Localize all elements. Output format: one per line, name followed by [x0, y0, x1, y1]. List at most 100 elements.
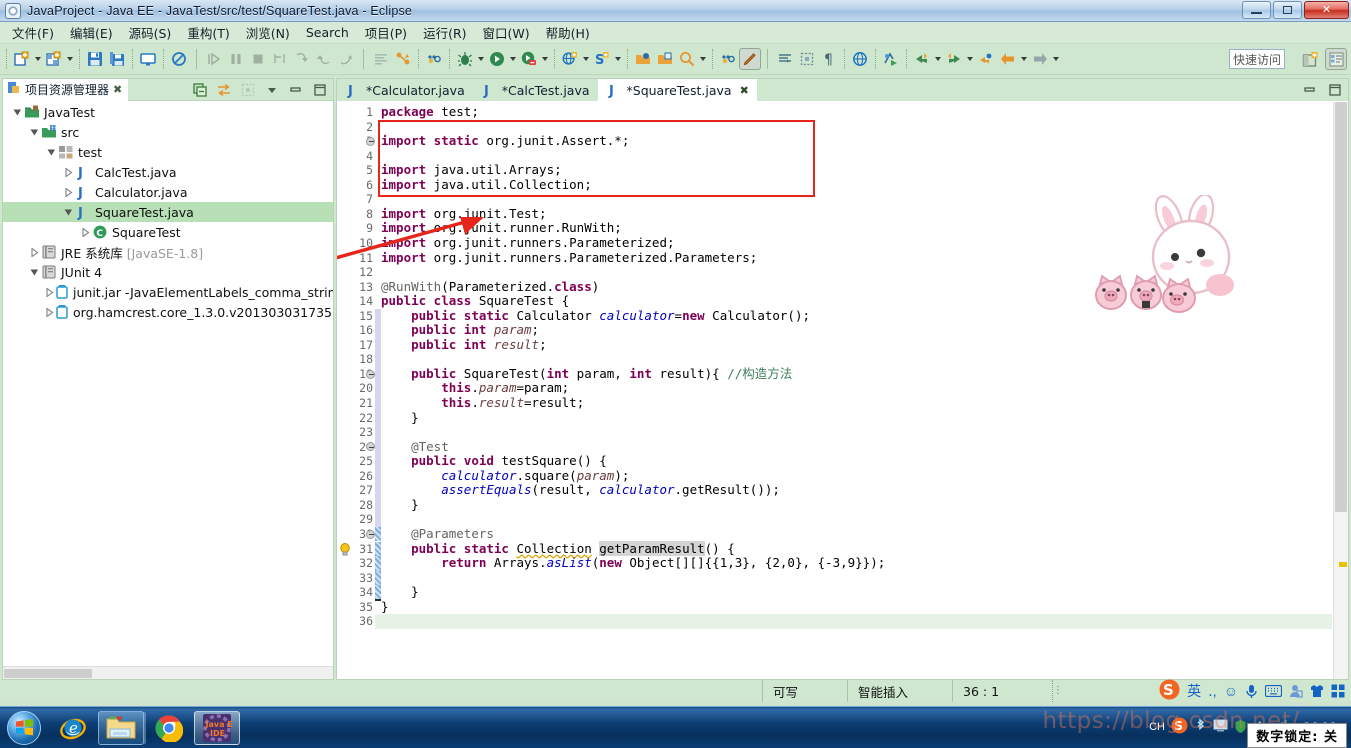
user-icon[interactable] — [1289, 684, 1303, 698]
scrollbar-thumb[interactable] — [1335, 102, 1347, 512]
close-button[interactable]: ✕ — [1304, 1, 1349, 19]
previous-edit-icon[interactable] — [975, 48, 997, 70]
code-line[interactable]: @Parameters — [381, 526, 494, 542]
focus-on-active-task-icon[interactable] — [237, 79, 259, 101]
code-line[interactable]: this.param=param; — [381, 381, 569, 396]
sogou-logo-icon[interactable]: S — [1159, 679, 1180, 703]
code-line[interactable] — [381, 265, 389, 280]
ime-mode-label[interactable]: 英 — [1187, 681, 1201, 701]
forward-dropdown[interactable] — [965, 48, 975, 70]
save-icon[interactable] — [84, 48, 106, 70]
new-wizard-icon[interactable] — [11, 48, 33, 70]
expand-arrow-open-icon[interactable] — [45, 142, 57, 162]
tree-item-test[interactable]: test — [3, 142, 333, 162]
new-server-dropdown[interactable] — [613, 48, 623, 70]
java-ee-perspective-icon[interactable] — [1325, 48, 1347, 70]
tree-item-squaretest[interactable]: C SquareTest — [3, 222, 333, 242]
code-line[interactable]: public class SquareTest { — [381, 293, 569, 309]
collapse-all-icon[interactable] — [189, 79, 211, 101]
taskbar-chrome[interactable] — [146, 711, 192, 745]
menu-run[interactable]: 运行(R) — [415, 21, 474, 44]
fold-collapse-icon[interactable] — [365, 527, 375, 542]
code-line[interactable]: @RunWith(Parameterized.class) — [381, 279, 599, 295]
quick-access-input[interactable]: 快速访问 — [1229, 49, 1285, 69]
explorer-horizontal-scrollbar[interactable] — [3, 666, 333, 679]
menu-window[interactable]: 窗口(W) — [475, 21, 538, 44]
code-line[interactable]: package test; — [381, 104, 479, 120]
code-line[interactable]: public int result; — [381, 337, 546, 353]
sogou-tray-icon[interactable]: S — [1171, 717, 1188, 737]
expand-arrow-closed-icon[interactable] — [62, 162, 74, 182]
menu-source[interactable]: 源码(S) — [121, 21, 180, 44]
expand-arrow-closed-icon[interactable] — [45, 282, 54, 302]
link-with-editor-icon[interactable] — [213, 79, 235, 101]
code-line[interactable]: import java.util.Collection; — [381, 177, 592, 193]
tree-item-org-hamcrest-core-1-3-0-v201303031735-jar[interactable]: org.hamcrest.core_1.3.0.v201303031735.ja… — [3, 302, 333, 322]
back-dropdown[interactable] — [933, 48, 943, 70]
editor-tab-calculator-java[interactable]: J *Calculator.java — [337, 79, 473, 101]
coverage-dropdown[interactable] — [540, 48, 550, 70]
overview-warning-marker[interactable] — [1339, 562, 1347, 567]
code-line[interactable]: assertEquals(result, calculator.getResul… — [381, 483, 780, 498]
back-icon[interactable] — [911, 48, 933, 70]
expand-arrow-closed-icon[interactable] — [62, 182, 74, 202]
menu-project[interactable]: 项目(P) — [357, 21, 415, 44]
new-web-dropdown[interactable] — [581, 48, 591, 70]
debug-dropdown[interactable] — [476, 48, 486, 70]
open-resource-icon[interactable] — [654, 48, 676, 70]
editor-tab-squaretest-java[interactable]: J *SquareTest.java ✖ — [597, 79, 757, 101]
code-line[interactable]: import java.util.Arrays; — [381, 162, 562, 178]
coverage-icon[interactable] — [518, 48, 540, 70]
restore-button[interactable] — [1273, 1, 1302, 19]
open-browser-icon[interactable] — [849, 48, 871, 70]
code-editor[interactable]: 1234567891011121314151617181920212223242… — [337, 102, 1348, 679]
code-line[interactable] — [381, 571, 389, 586]
suspend-icon[interactable] — [225, 48, 247, 70]
view-menu-icon[interactable] — [261, 79, 283, 101]
code-line[interactable]: import static org.junit.Assert.*; — [381, 133, 629, 149]
back-nav-icon[interactable] — [997, 48, 1019, 70]
step-over-icon[interactable] — [291, 48, 313, 70]
close-icon[interactable]: ✖ — [740, 84, 749, 97]
expand-arrow-closed-icon[interactable] — [28, 242, 40, 262]
forward-nav-dropdown[interactable] — [1051, 48, 1061, 70]
status-drag-handle[interactable]: ⋮ — [1052, 680, 1066, 702]
scrollbar-thumb[interactable] — [4, 669, 92, 678]
maximize-icon[interactable] — [309, 79, 331, 101]
profile-icon[interactable] — [880, 48, 902, 70]
search-icon[interactable] — [676, 48, 698, 70]
voice-input-icon[interactable] — [1245, 684, 1258, 699]
new-java-project-icon[interactable] — [43, 48, 65, 70]
tree-item-javatest[interactable]: JavaTest — [3, 102, 333, 122]
run-icon[interactable] — [486, 48, 508, 70]
expand-arrow-closed-icon[interactable] — [79, 222, 91, 242]
menu-refactor[interactable]: 重构(T) — [179, 21, 237, 44]
minimize-icon[interactable] — [1299, 79, 1321, 101]
forward-nav-icon[interactable] — [1029, 48, 1051, 70]
new-wizard-dropdown[interactable] — [33, 48, 43, 70]
terminate-icon[interactable] — [247, 48, 269, 70]
print-icon[interactable] — [137, 48, 159, 70]
code-line[interactable]: public void testSquare() { — [381, 453, 607, 469]
search-dropdown[interactable] — [698, 48, 708, 70]
code-line[interactable]: public int param; — [381, 322, 539, 338]
tree-item-junit-jar-javaelementlabels-comma-string[interactable]: junit.jar -JavaElementLabels_comma_strin… — [3, 282, 333, 302]
code-line[interactable] — [381, 120, 389, 135]
minimize-icon[interactable] — [285, 79, 307, 101]
package-explorer-tab[interactable]: 项目资源管理器 ✖ — [3, 78, 129, 101]
menu-navigate[interactable]: 浏览(N) — [238, 21, 298, 44]
expand-arrow-closed-icon[interactable] — [45, 302, 54, 322]
run-last-tool-icon[interactable] — [392, 48, 414, 70]
menu-file[interactable]: 文件(F) — [4, 21, 62, 44]
fold-collapse-icon[interactable] — [365, 367, 375, 382]
expand-arrow-open-icon[interactable] — [11, 102, 23, 122]
quick-fix-bulb-icon[interactable] — [339, 542, 351, 556]
save-all-icon[interactable] — [106, 48, 128, 70]
close-icon[interactable]: ✖ — [113, 83, 122, 96]
code-line[interactable]: } — [381, 497, 419, 513]
next-annotation-icon[interactable] — [774, 48, 796, 70]
tree-item-squaretest-java[interactable]: J SquareTest.java — [3, 202, 333, 222]
code-line[interactable]: } — [381, 410, 419, 426]
bluetooth-icon[interactable] — [1194, 718, 1207, 736]
skip-breakpoints-icon[interactable] — [168, 48, 190, 70]
